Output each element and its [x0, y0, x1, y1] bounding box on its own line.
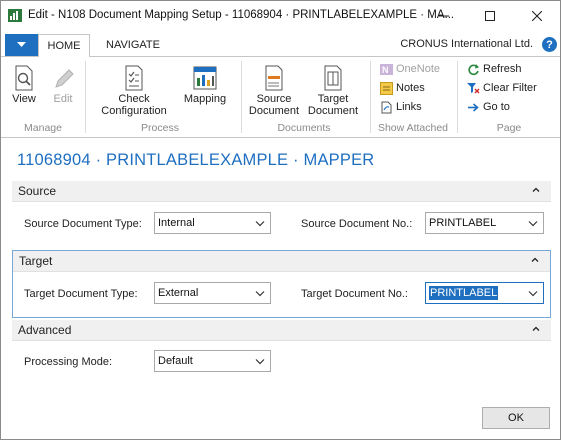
onenote-label: OneNote	[396, 63, 441, 75]
group-label-manage: Manage	[24, 122, 62, 134]
source-document-type-label: Source Document Type:	[24, 218, 142, 230]
svg-text:N: N	[382, 65, 389, 75]
chevron-up-icon[interactable]	[531, 185, 541, 195]
ribbon-group-show-attached: N OneNote Notes Links Show Attached	[371, 57, 455, 137]
go-to-label: Go to	[483, 101, 510, 113]
refresh-label: Refresh	[483, 63, 522, 75]
target-document-label-line2: Document	[307, 105, 359, 117]
target-document-button[interactable]: Target Document	[305, 61, 361, 117]
link-icon	[379, 100, 393, 114]
window-title: Edit - N108 Document Mapping Setup - 110…	[28, 9, 455, 21]
section-title-advanced: Advanced	[18, 323, 72, 337]
target-document-label-line1: Target	[317, 93, 349, 105]
check-configuration-label-line1: Check	[118, 93, 150, 105]
processing-mode-label: Processing Mode:	[24, 356, 113, 368]
section-title-source: Source	[18, 184, 57, 198]
chevron-up-icon[interactable]	[531, 324, 541, 334]
application-menu-button[interactable]	[5, 34, 38, 56]
view-icon	[13, 61, 35, 91]
refresh-button[interactable]: Refresh	[466, 61, 522, 77]
section-header-advanced[interactable]: Advanced	[12, 320, 551, 341]
source-document-type-value: Internal	[158, 217, 195, 229]
arrow-right-icon	[466, 100, 480, 114]
check-configuration-label-line2: Configuration	[101, 105, 167, 117]
group-label-process: Process	[141, 122, 179, 134]
ribbon-group-page: Refresh Clear Filter Go to Page	[458, 57, 560, 137]
section-title-target: Target	[19, 254, 53, 268]
mapping-button[interactable]: Mapping	[180, 61, 230, 105]
target-document-type-select[interactable]: External	[154, 282, 271, 304]
help-icon[interactable]: ?	[542, 37, 557, 52]
ribbon-group-process: Check Configuration Mapping Process	[86, 57, 234, 137]
target-document-type-label: Target Document Type:	[24, 288, 138, 300]
section-target: Target Target Document Type: External Ta…	[12, 250, 551, 318]
chevron-down-icon	[255, 221, 265, 227]
ribbon-tab-strip: HOME NAVIGATE CRONUS International Ltd. …	[1, 34, 560, 57]
chevron-down-icon	[255, 291, 265, 297]
title-bar: Edit - N108 Document Mapping Setup - 110…	[1, 1, 560, 31]
ok-button[interactable]: OK	[482, 407, 550, 429]
source-document-button[interactable]: Source Document	[246, 61, 302, 117]
chevron-down-icon	[255, 359, 265, 365]
group-label-show-attached: Show Attached	[377, 122, 449, 134]
source-document-no-value: PRINTLABEL	[429, 217, 497, 229]
links-button[interactable]: Links	[379, 99, 422, 115]
refresh-icon	[466, 62, 480, 76]
go-to-button[interactable]: Go to	[466, 99, 510, 115]
company-name[interactable]: CRONUS International Ltd.	[400, 38, 533, 50]
mapping-label: Mapping	[183, 93, 227, 105]
tab-navigate[interactable]: NAVIGATE	[98, 34, 168, 56]
edit-label: Edit	[53, 93, 73, 105]
dropdown-arrow-icon	[17, 42, 26, 47]
edit-button[interactable]: Edit	[49, 61, 77, 105]
clear-filter-icon	[466, 81, 480, 95]
view-label: View	[12, 93, 36, 105]
processing-mode-select[interactable]: Default	[154, 350, 271, 372]
notes-label: Notes	[396, 82, 425, 94]
processing-mode-value: Default	[158, 355, 193, 367]
maximize-button[interactable]	[467, 1, 513, 31]
group-label-documents: Documents	[277, 122, 331, 134]
source-document-label-line2: Document	[248, 105, 300, 117]
target-document-no-value: PRINTLABEL	[429, 286, 499, 300]
pencil-icon	[52, 61, 74, 91]
source-document-icon	[264, 61, 284, 91]
source-document-type-select[interactable]: Internal	[154, 212, 271, 234]
notes-button[interactable]: Notes	[379, 80, 425, 96]
minimize-button[interactable]	[421, 1, 467, 31]
close-button[interactable]	[514, 1, 560, 31]
target-document-type-value: External	[158, 287, 199, 299]
ribbon-group-documents: Source Document Target Document Document…	[242, 57, 366, 137]
chevron-up-icon[interactable]	[530, 255, 540, 265]
page-title: 11068904 · PRINTLABELEXAMPLE · MAPPER	[17, 151, 375, 169]
view-button[interactable]: View	[9, 61, 39, 105]
dialog-window: Edit - N108 Document Mapping Setup - 110…	[0, 0, 561, 440]
section-advanced: Advanced Processing Mode: Default	[12, 320, 551, 382]
target-document-icon	[323, 61, 343, 91]
check-configuration-button[interactable]: Check Configuration	[101, 61, 167, 117]
checklist-icon	[124, 61, 144, 91]
app-icon	[8, 9, 22, 22]
section-header-target[interactable]: Target	[13, 251, 550, 272]
section-source: Source Source Document Type: Internal So…	[12, 181, 551, 241]
target-document-no-label: Target Document No.:	[301, 288, 408, 300]
mapping-icon	[193, 61, 217, 91]
section-header-source[interactable]: Source	[12, 181, 551, 202]
target-document-no-select[interactable]: PRINTLABEL	[425, 282, 544, 304]
source-document-no-select[interactable]: PRINTLABEL	[425, 212, 544, 234]
notes-icon	[379, 81, 393, 95]
ribbon: View Edit Manage Check Configuration Map…	[1, 56, 560, 138]
source-document-no-label: Source Document No.:	[301, 218, 413, 230]
group-label-page: Page	[496, 122, 522, 134]
chevron-down-icon	[528, 221, 538, 227]
chevron-down-icon	[528, 291, 538, 297]
source-document-label-line1: Source	[256, 93, 292, 105]
clear-filter-label: Clear Filter	[483, 82, 537, 94]
clear-filter-button[interactable]: Clear Filter	[466, 80, 537, 96]
links-label: Links	[396, 101, 422, 113]
tab-home[interactable]: HOME	[38, 34, 90, 57]
onenote-icon: N	[379, 62, 393, 76]
ribbon-group-manage: View Edit Manage	[1, 57, 85, 137]
onenote-button[interactable]: N OneNote	[379, 61, 440, 77]
